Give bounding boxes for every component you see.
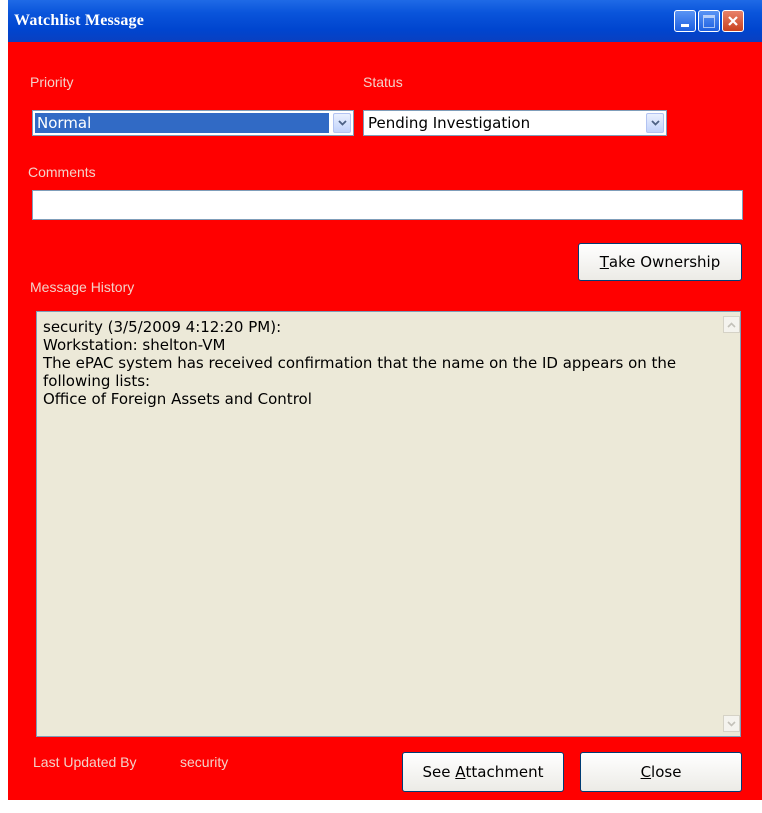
chevron-down-icon [337, 120, 347, 126]
history-line: Office of Foreign Assets and Control [43, 390, 312, 408]
chevron-up-icon [727, 321, 736, 328]
history-line: security (3/5/2009 4:12:20 PM): [43, 318, 282, 336]
status-select[interactable]: Pending Investigation [363, 110, 667, 136]
vertical-scrollbar[interactable] [723, 312, 740, 736]
message-history-box[interactable]: security (3/5/2009 4:12:20 PM): Workstat… [36, 311, 741, 737]
status-label: Status [363, 74, 403, 90]
close-x-icon [728, 16, 738, 26]
maximize-icon [703, 14, 715, 28]
status-value: Pending Investigation [368, 114, 531, 132]
scroll-down-button[interactable] [723, 715, 740, 732]
chevron-down-icon [727, 720, 736, 727]
history-line: The ePAC system has received confirmatio… [43, 354, 681, 390]
scroll-up-button[interactable] [723, 316, 740, 333]
minimize-button[interactable] [674, 10, 696, 32]
window-title: Watchlist Message [14, 12, 145, 29]
take-ownership-button[interactable]: Take Ownership [578, 243, 742, 281]
history-line: Workstation: shelton-VM [43, 336, 226, 354]
message-history-text: security (3/5/2009 4:12:20 PM): Workstat… [43, 318, 718, 408]
watchlist-message-window: Watchlist Message Priority Status Normal… [8, 0, 762, 800]
title-bar[interactable]: Watchlist Message [8, 0, 762, 42]
chevron-down-icon [650, 120, 660, 126]
priority-value: Normal [35, 113, 329, 133]
minimize-icon [681, 23, 689, 27]
last-updated-value: security [180, 754, 229, 770]
last-updated-label: Last Updated By [33, 754, 137, 770]
message-history-label: Message History [30, 279, 135, 295]
close-button[interactable]: Close [580, 752, 742, 792]
priority-label: Priority [30, 74, 74, 90]
status-dropdown-button[interactable] [646, 113, 664, 133]
comments-label: Comments [28, 164, 96, 180]
maximize-button[interactable] [698, 10, 720, 32]
priority-select[interactable]: Normal [32, 110, 354, 136]
close-window-button[interactable] [722, 10, 744, 32]
see-attachment-button[interactable]: See Attachment [402, 752, 564, 792]
priority-dropdown-button[interactable] [333, 113, 351, 133]
comments-input[interactable] [32, 190, 743, 220]
